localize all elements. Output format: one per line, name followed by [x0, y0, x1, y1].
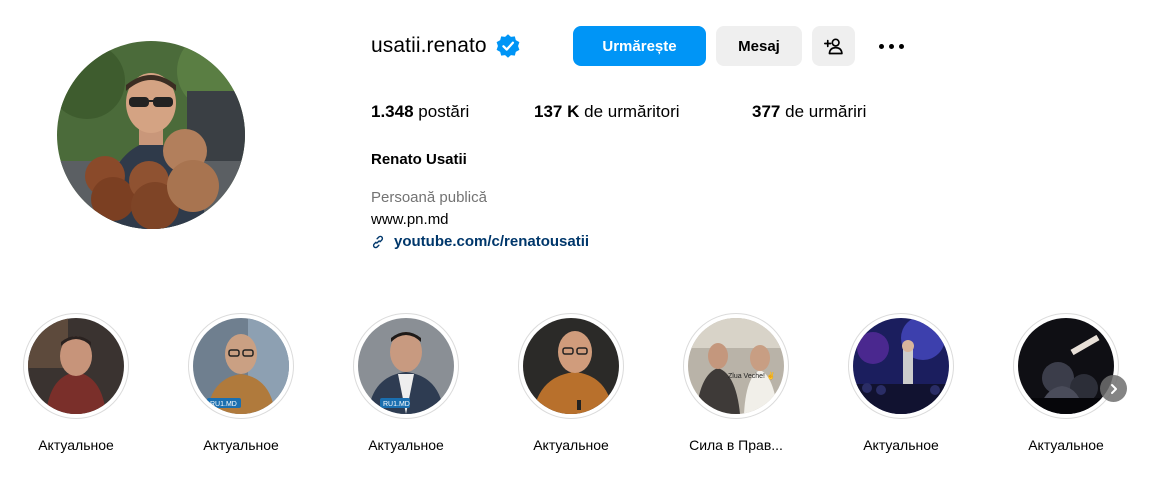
profile-bio: www.pn.md	[371, 211, 449, 228]
highlight-label: Актуальное	[368, 437, 444, 453]
profile-link[interactable]: youtube.com/c/renatousatii	[371, 233, 589, 250]
highlight-label: Актуальное	[1028, 437, 1104, 453]
following-label: de urmăriri	[785, 102, 867, 121]
story-highlight[interactable]: Актуальное	[21, 313, 131, 453]
highlight-label: Актуальное	[863, 437, 939, 453]
highlight-ring	[1013, 313, 1119, 419]
story-highlight[interactable]: Zlua Veche! ✌ Сила в Прав...	[681, 313, 791, 453]
story-highlight[interactable]: Актуальное	[516, 313, 626, 453]
followers-stat[interactable]: 137 K de urmăritori	[534, 102, 680, 122]
highlight-cover: Zlua Veche! ✌	[688, 318, 784, 414]
following-count: 377	[752, 102, 781, 121]
highlight-ring	[518, 313, 624, 419]
profile-category: Persoană publică	[371, 189, 487, 206]
posts-label: postări	[418, 102, 470, 121]
followers-count: 137 K	[534, 102, 580, 121]
highlights-next-button[interactable]	[1100, 375, 1127, 402]
story-highlight[interactable]: RU1.MD Актуальное	[351, 313, 461, 453]
profile-full-name: Renato Usatii	[371, 151, 467, 168]
following-stat[interactable]: 377 de urmăriri	[752, 102, 866, 122]
posts-count: 1.348	[371, 102, 414, 121]
highlight-cover	[853, 318, 949, 414]
highlight-ring: Zlua Veche! ✌	[683, 313, 789, 419]
highlight-cover: RU1.MD	[358, 318, 454, 414]
more-horizontal-icon	[878, 43, 884, 49]
message-button[interactable]: Mesaj	[716, 26, 802, 66]
more-options-button[interactable]	[870, 30, 912, 62]
link-icon	[371, 235, 385, 249]
highlight-cover	[1018, 318, 1114, 414]
highlight-label: Актуальное	[38, 437, 114, 453]
highlight-badge: RU1.MD	[210, 401, 237, 408]
verified-badge-icon	[495, 33, 521, 59]
highlight-label: Актуальное	[533, 437, 609, 453]
highlight-ring	[848, 313, 954, 419]
highlight-cover	[523, 318, 619, 414]
highlight-ring	[23, 313, 129, 419]
highlight-ring: RU1.MD	[188, 313, 294, 419]
story-highlight[interactable]: Актуальное	[846, 313, 956, 453]
profile-username: usatii.renato	[371, 34, 487, 57]
highlight-label: Актуальное	[203, 437, 279, 453]
chevron-right-icon	[1110, 383, 1117, 394]
svg-text:Zlua Veche! ✌: Zlua Veche! ✌	[728, 371, 776, 380]
follow-button[interactable]: Urmărește	[573, 26, 706, 66]
highlight-cover	[28, 318, 124, 414]
highlight-cover: RU1.MD	[193, 318, 289, 414]
profile-photo	[57, 41, 245, 229]
profile-link-text[interactable]: youtube.com/c/renatousatii	[394, 233, 589, 250]
highlight-label: Сила в Прав...	[689, 437, 783, 453]
suggest-users-button[interactable]	[812, 26, 855, 66]
add-user-icon	[823, 38, 843, 55]
posts-stat: 1.348 postări	[371, 102, 469, 122]
highlight-badge: RU1.MD	[383, 401, 410, 408]
followers-label: de urmăritori	[584, 102, 680, 121]
highlight-ring: RU1.MD	[353, 313, 459, 419]
profile-avatar[interactable]	[57, 41, 245, 229]
story-highlight[interactable]: RU1.MD Актуальное	[186, 313, 296, 453]
